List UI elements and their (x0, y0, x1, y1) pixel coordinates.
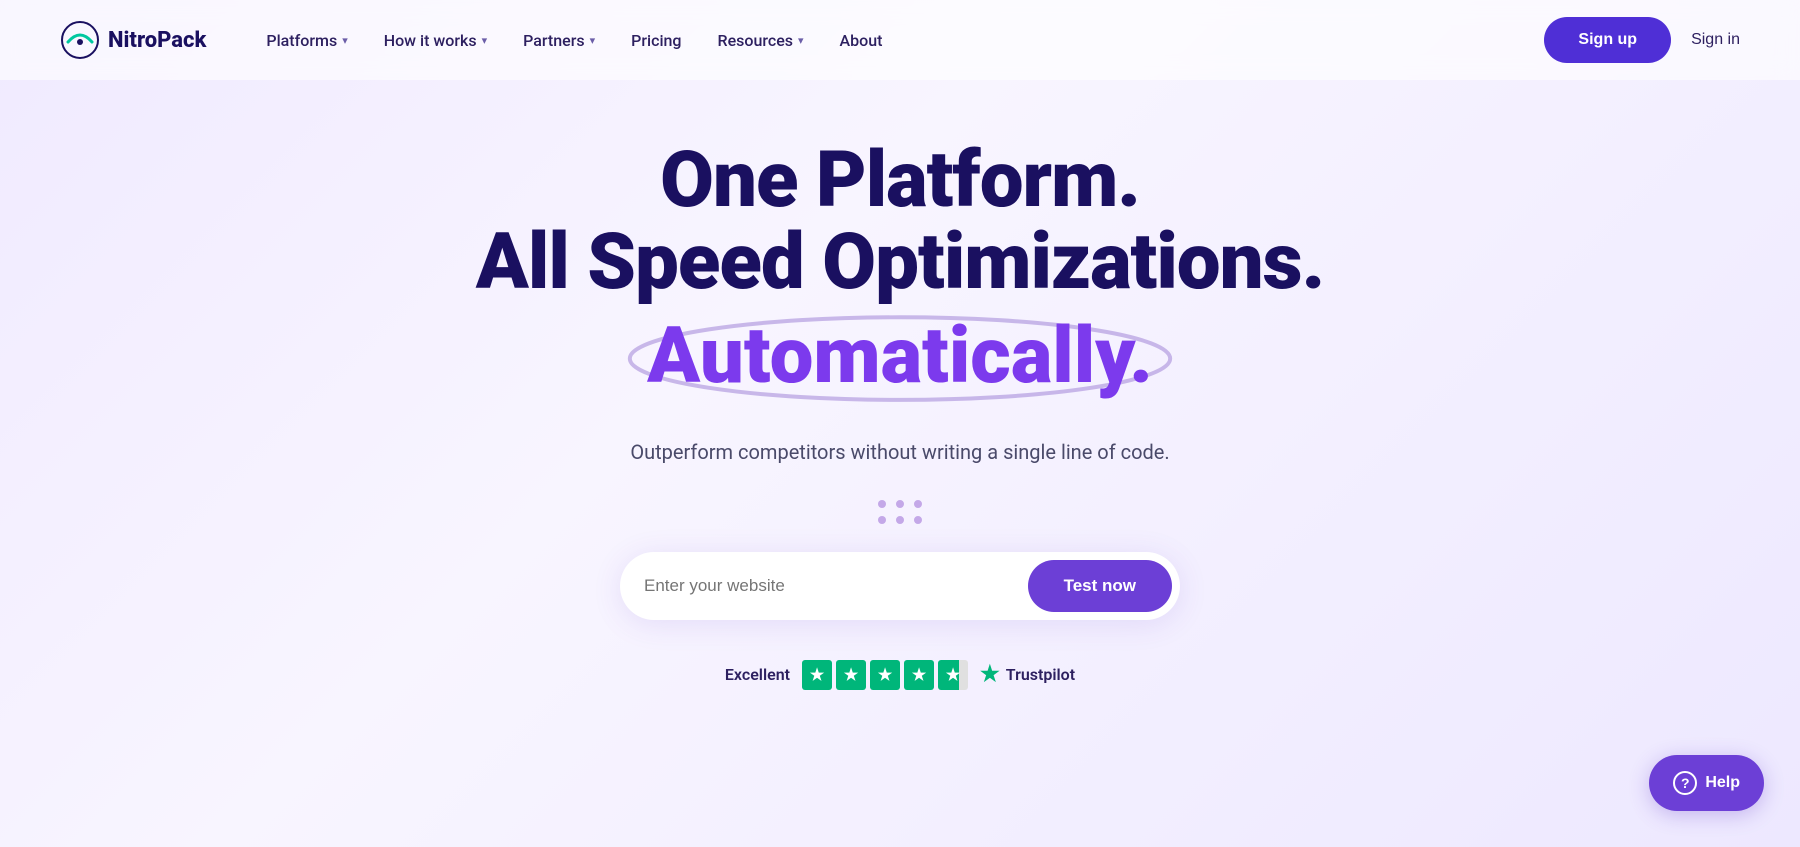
dot (912, 514, 923, 525)
dot (876, 498, 887, 509)
nav-links: Platforms ▾ How it works ▾ Partners ▾ Pr… (266, 31, 1544, 50)
star-3: ★ (870, 660, 900, 690)
nav-actions: Sign up Sign in (1544, 17, 1740, 63)
help-circle-icon: ? (1673, 771, 1697, 795)
signin-button[interactable]: Sign in (1691, 31, 1740, 49)
dot (894, 498, 905, 509)
logo-text: NitroPack (108, 28, 206, 53)
hero-line1: One Platform. All Speed Optimizations. (476, 140, 1324, 304)
trustpilot-row: Excellent ★ ★ ★ ★ ★ ★ Trustpilot (725, 660, 1075, 690)
test-now-button[interactable]: Test now (1028, 560, 1172, 612)
chevron-dots-decoration (878, 500, 922, 524)
navbar: NitroPack Platforms ▾ How it works ▾ Par… (0, 0, 1800, 80)
trustpilot-logo: ★ Trustpilot (980, 662, 1075, 687)
website-input[interactable] (644, 576, 1028, 596)
chevron-down-icon: ▾ (482, 34, 488, 47)
website-search-bar: Test now (620, 552, 1180, 620)
help-button[interactable]: ? Help (1649, 755, 1764, 811)
hero-auto-text: Automatically. (647, 311, 1153, 402)
hero-section: One Platform. All Speed Optimizations. A… (0, 80, 1800, 730)
star-2: ★ (836, 660, 866, 690)
hero-auto-wrap: Automatically. (647, 314, 1153, 400)
nav-item-resources[interactable]: Resources ▾ (718, 31, 804, 50)
chevron-down-icon: ▾ (590, 34, 596, 47)
trustpilot-name: Trustpilot (1006, 665, 1075, 684)
nav-item-how-it-works[interactable]: How it works ▾ (384, 31, 487, 50)
star-1: ★ (802, 660, 832, 690)
chevron-down-icon: ▾ (342, 34, 348, 47)
chevron-down-icon: ▾ (798, 34, 804, 47)
dot (894, 514, 905, 525)
nav-item-partners[interactable]: Partners ▾ (523, 31, 595, 50)
logo[interactable]: NitroPack (60, 20, 206, 60)
hero-subtitle: Outperform competitors without writing a… (630, 440, 1169, 464)
trustpilot-icon: ★ (980, 662, 1000, 687)
nav-item-about[interactable]: About (840, 31, 883, 50)
trustpilot-rating-label: Excellent (725, 665, 790, 684)
trustpilot-stars: ★ ★ ★ ★ ★ (802, 660, 968, 690)
star-5-half: ★ (938, 660, 968, 690)
signup-button[interactable]: Sign up (1544, 17, 1671, 63)
dot (912, 498, 923, 509)
help-label: Help (1705, 774, 1740, 792)
nav-item-platforms[interactable]: Platforms ▾ (266, 31, 347, 50)
nav-item-pricing[interactable]: Pricing (631, 31, 681, 50)
dot (876, 514, 887, 525)
star-4: ★ (904, 660, 934, 690)
